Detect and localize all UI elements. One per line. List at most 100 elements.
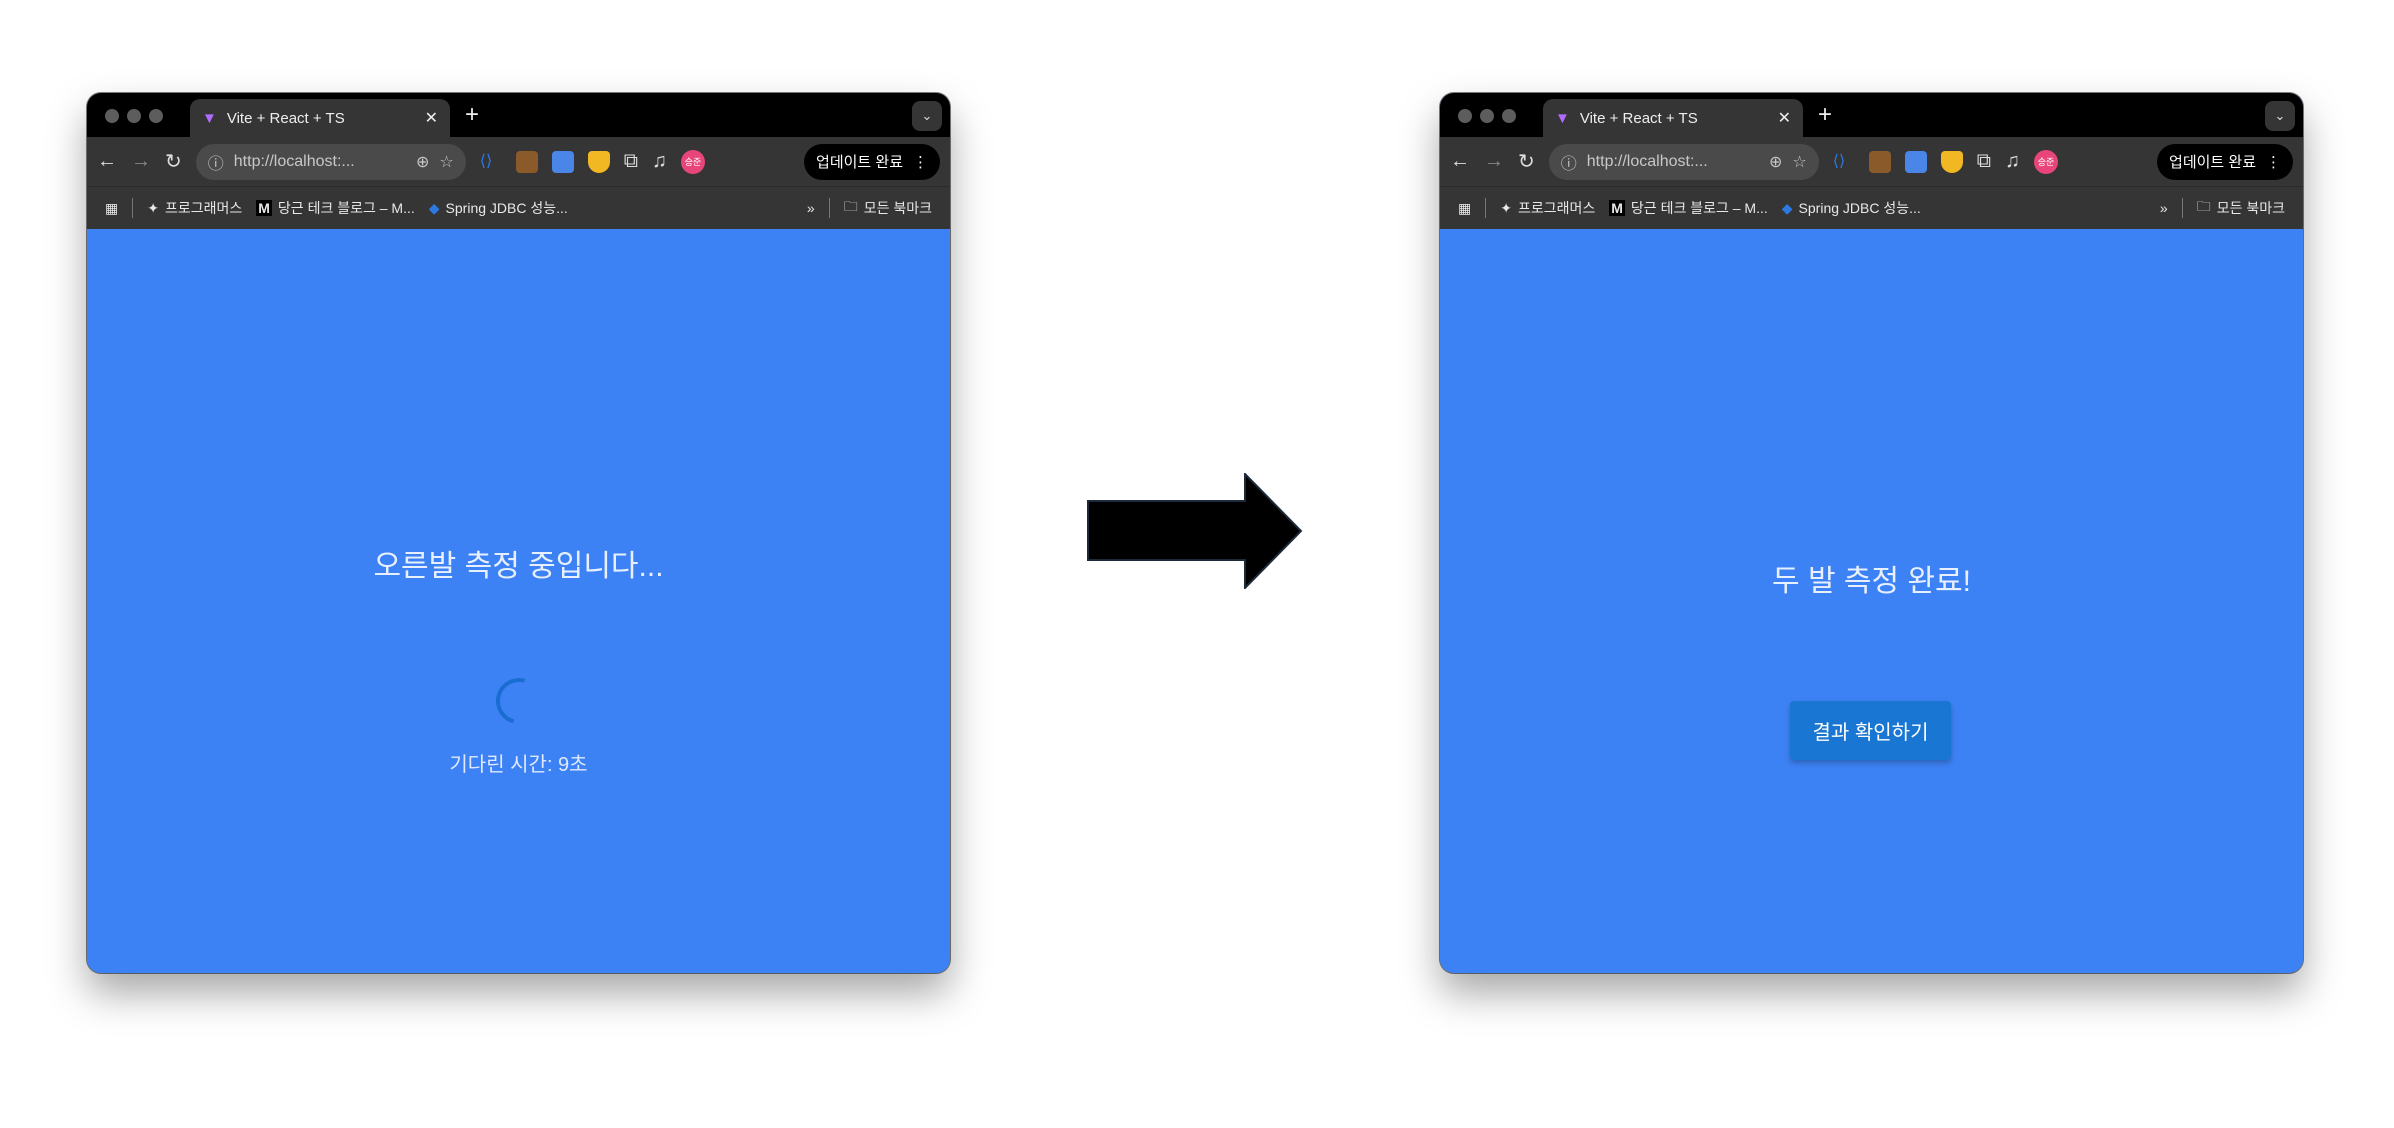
bookmark-label: Spring JDBC 성능... (445, 200, 568, 216)
star-icon[interactable]: ☆ (1792, 152, 1806, 172)
bookmarks-bar: ▦ ✦ 프로그래머스 M 당근 테크 블로그 – M... ◆ Spring JDBC… (1440, 186, 2303, 229)
url-text[interactable]: http://localhost:... (234, 153, 406, 171)
media-icon[interactable]: ♫ (652, 150, 667, 173)
arrow-right-icon (1087, 473, 1303, 589)
bookmark-label: 당근 테크 블로그 – M... (277, 200, 415, 216)
page-content: 두 발 측정 완료! 결과 확인하기 (1440, 229, 2303, 973)
puzzle-icon[interactable]: ⧉ (1977, 150, 1991, 173)
avatar[interactable]: 승준 (681, 149, 706, 174)
view-results-button[interactable]: 결과 확인하기 (1790, 701, 1951, 760)
vite-logo-icon: ▼ (1555, 109, 1570, 127)
media-icon[interactable]: ♫ (2005, 150, 2020, 173)
bookmark-item[interactable]: ✦ 프로그래머스 (147, 198, 242, 218)
bookmark-item[interactable]: M 당근 테크 블로그 – M... (256, 198, 415, 218)
folder-icon: 🗀 (843, 198, 858, 214)
info-icon: ⓘ (207, 155, 224, 173)
zoom-icon[interactable]: ⊕ (416, 152, 429, 172)
measuring-title: 오른발 측정 중입니다... (373, 550, 664, 583)
address-bar[interactable]: ⓘ http://localhost:... ⊕ ☆ (1548, 143, 1819, 180)
extension-icon[interactable] (515, 150, 538, 173)
extension-icon[interactable] (1868, 150, 1891, 173)
address-bar[interactable]: ⓘ http://localhost:... ⊕ ☆ (195, 143, 466, 180)
bookmarks-overflow-button[interactable]: » (807, 200, 815, 216)
shield-extension-icon[interactable] (1940, 150, 1963, 173)
bookmark-label: Spring JDBC 성능... (1798, 200, 1921, 216)
all-bookmarks-label: 모든 북마크 (863, 200, 932, 216)
bookmark-item[interactable]: ✦ 프로그래머스 (1500, 198, 1595, 218)
medium-icon: M (256, 200, 272, 216)
minimize-window-button[interactable] (1480, 109, 1494, 123)
toolbar: ← → ↻ ⓘ http://localhost:... ⊕ ☆ ⟨⟩ ⧉ ♫ 승준 업데… (1440, 137, 2303, 186)
more-icon: ⋮ (913, 153, 928, 171)
apps-icon[interactable]: ▦ (1458, 200, 1471, 217)
divider (132, 198, 134, 218)
all-bookmarks-button[interactable]: 🗀 모든 북마크 (2197, 196, 2285, 220)
bookmark-icon: ✦ (1500, 199, 1512, 216)
toolbar: ← → ↻ ⓘ http://localhost:... ⊕ ☆ ⟨⟩ ⧉ ♫ 승준 업데… (87, 137, 950, 186)
bookmark-icon: ◆ (428, 199, 440, 216)
back-icon[interactable]: ← (97, 150, 117, 173)
bookmark-icon: ✦ (147, 199, 159, 216)
avatar[interactable]: 승준 (2034, 149, 2059, 174)
close-tab-icon[interactable]: ✕ (1778, 108, 1791, 128)
divider (828, 198, 830, 218)
tab-title: Vite + React + TS (1579, 109, 1698, 127)
reload-icon[interactable]: ↻ (1518, 149, 1535, 174)
extension-icon[interactable]: ⟨⟩ (1833, 151, 1855, 173)
all-bookmarks-button[interactable]: 🗀 모든 북마크 (844, 196, 932, 220)
elapsed-time-text: 기다린 시간: 9초 (449, 754, 588, 776)
tab-active[interactable]: ▼ Vite + React + TS ✕ (1543, 99, 1803, 137)
forward-icon[interactable]: → (1484, 150, 1504, 173)
update-button[interactable]: 업데이트 완료 ⋮ (2157, 143, 2293, 180)
all-bookmarks-label: 모든 북마크 (2216, 200, 2285, 216)
extension-icon[interactable]: ⟨⟩ (480, 151, 502, 173)
medium-icon: M (1609, 200, 1625, 216)
bookmarks-overflow-button[interactable]: » (2160, 200, 2168, 216)
url-text[interactable]: http://localhost:... (1587, 153, 1759, 171)
bookmark-item[interactable]: ◆ Spring JDBC 성능... (1782, 198, 1921, 218)
tab-bar: ▼ Vite + React + TS ✕ + ⌄ (87, 93, 950, 137)
divider (1485, 198, 1487, 218)
close-window-button[interactable] (105, 109, 119, 123)
update-label: 업데이트 완료 (2169, 154, 2256, 171)
bookmark-icon: ◆ (1781, 199, 1793, 216)
folder-icon: 🗀 (2196, 198, 2211, 214)
bookmark-label: 프로그래머스 (164, 200, 243, 216)
back-icon[interactable]: ← (1450, 150, 1470, 173)
update-label: 업데이트 완료 (816, 154, 903, 171)
tab-search-button[interactable]: ⌄ (912, 101, 942, 131)
close-tab-icon[interactable]: ✕ (425, 108, 438, 128)
shield-extension-icon[interactable] (587, 150, 610, 173)
zoom-icon[interactable]: ⊕ (1769, 152, 1782, 172)
reload-icon[interactable]: ↻ (165, 149, 182, 174)
loading-spinner-icon (487, 669, 550, 733)
new-tab-button[interactable]: + (465, 101, 479, 129)
bookmark-label: 당근 테크 블로그 – M... (1630, 200, 1768, 216)
tab-title: Vite + React + TS (226, 109, 345, 127)
complete-title: 두 발 측정 완료! (1772, 565, 1971, 598)
forward-icon[interactable]: → (131, 150, 151, 173)
bookmark-item[interactable]: M 당근 테크 블로그 – M... (1609, 198, 1768, 218)
bookmark-label: 프로그래머스 (1517, 200, 1596, 216)
tab-active[interactable]: ▼ Vite + React + TS ✕ (190, 99, 450, 137)
star-icon[interactable]: ☆ (439, 152, 453, 172)
vite-logo-icon: ▼ (202, 109, 217, 127)
update-button[interactable]: 업데이트 완료 ⋮ (804, 143, 940, 180)
close-window-button[interactable] (1458, 109, 1472, 123)
translate-extension-icon[interactable] (551, 150, 574, 173)
maximize-window-button[interactable] (1502, 109, 1516, 123)
maximize-window-button[interactable] (149, 109, 163, 123)
tab-bar: ▼ Vite + React + TS ✕ + ⌄ (1440, 93, 2303, 137)
puzzle-icon[interactable]: ⧉ (624, 150, 638, 173)
info-icon: ⓘ (1560, 155, 1577, 173)
translate-extension-icon[interactable] (1904, 150, 1927, 173)
minimize-window-button[interactable] (127, 109, 141, 123)
divider (2181, 198, 2183, 218)
tab-search-button[interactable]: ⌄ (2265, 101, 2295, 131)
apps-icon[interactable]: ▦ (105, 200, 118, 217)
more-icon: ⋮ (2266, 153, 2281, 171)
browser-window-after: ▼ Vite + React + TS ✕ + ⌄ ← → ↻ ⓘ http://loca… (1440, 93, 2303, 973)
bookmark-item[interactable]: ◆ Spring JDBC 성능... (429, 198, 568, 218)
page-content: 오른발 측정 중입니다... 기다린 시간: 9초 (87, 229, 950, 973)
new-tab-button[interactable]: + (1818, 101, 1832, 129)
